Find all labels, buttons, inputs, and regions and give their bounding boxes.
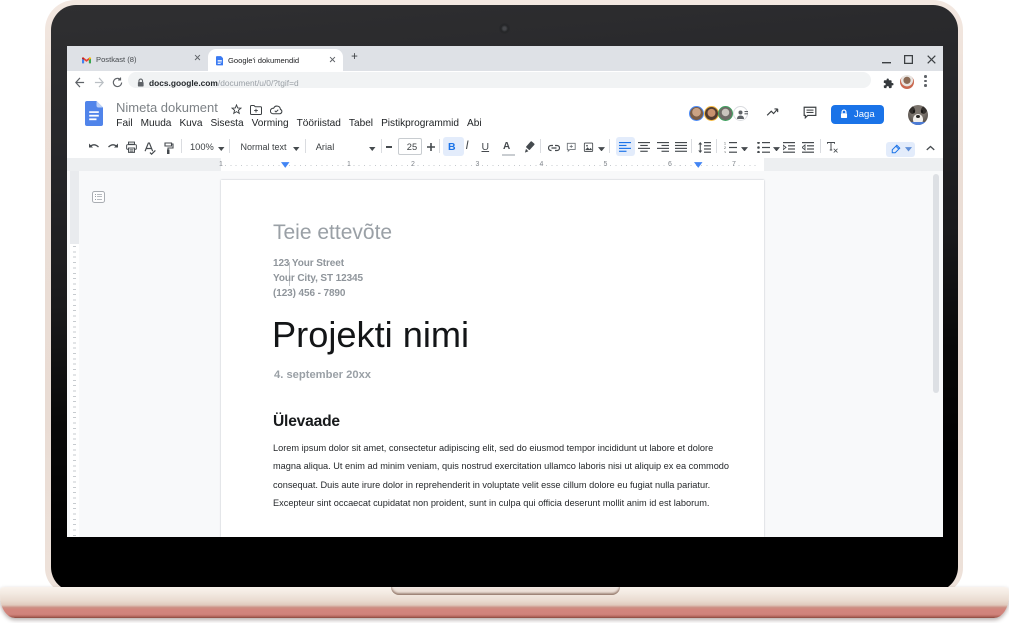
svg-text:1: 1 (724, 142, 726, 145)
svg-text:2: 2 (724, 146, 726, 150)
svg-text:3: 3 (724, 150, 726, 152)
